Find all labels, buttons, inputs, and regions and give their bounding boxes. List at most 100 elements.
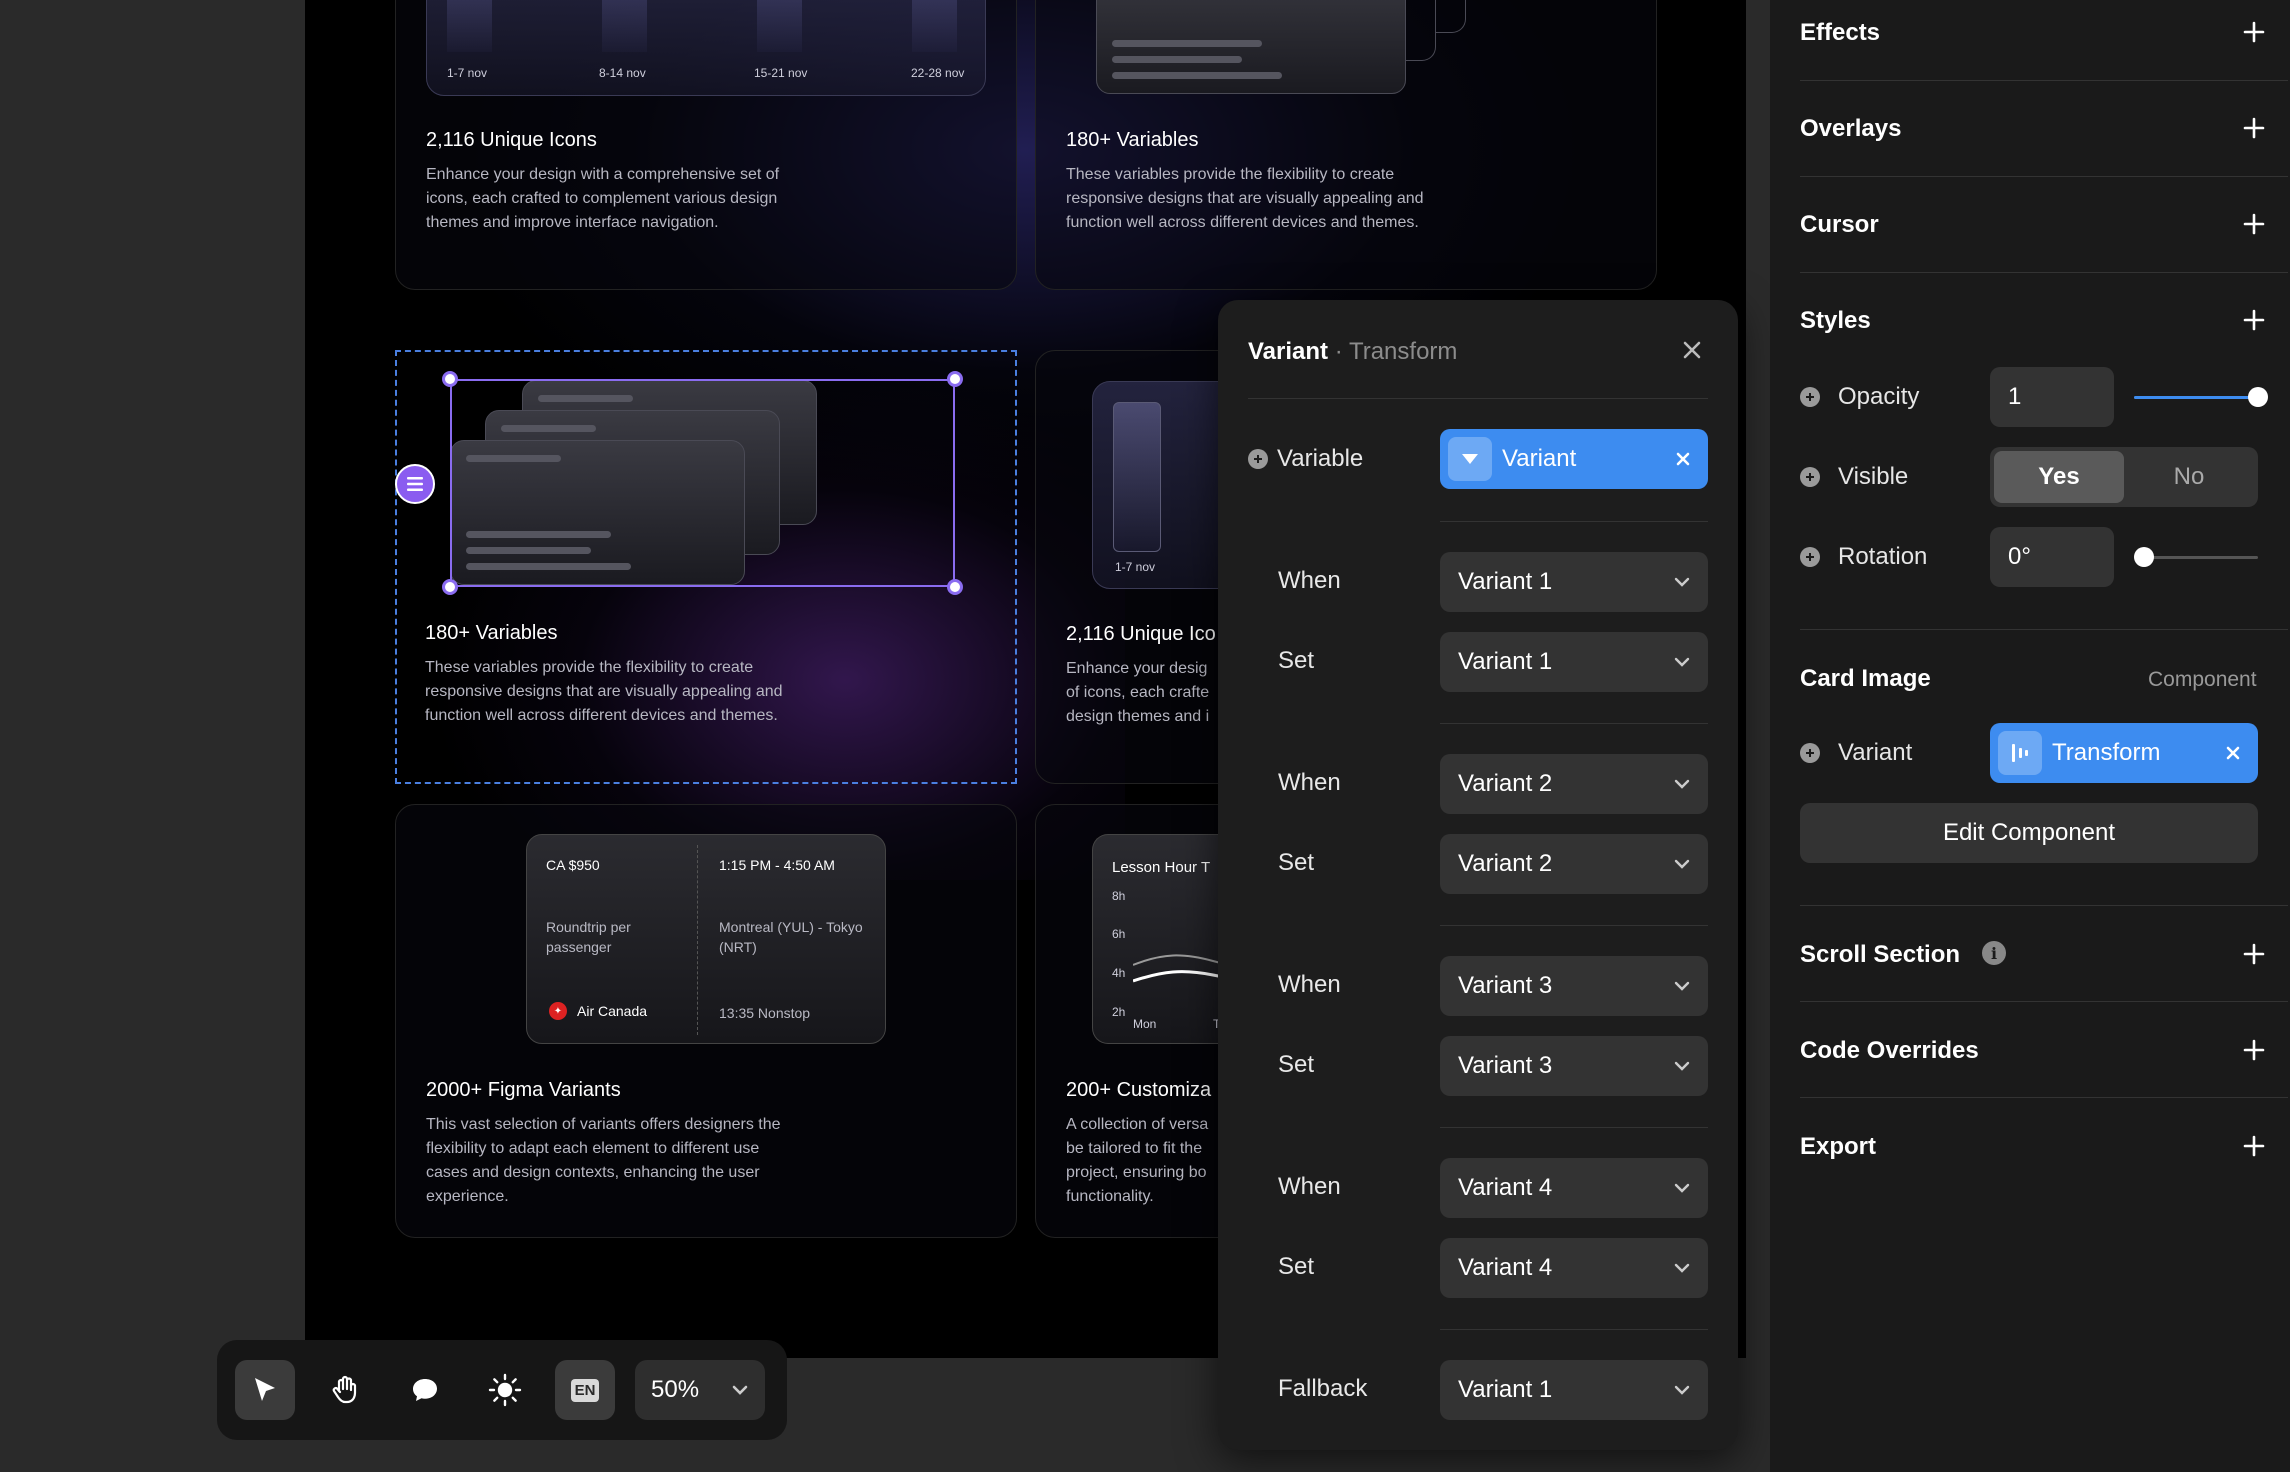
transform-icon [1998, 731, 2042, 775]
x-tick-label: Mon [1133, 1017, 1157, 1031]
chevron-down-icon [732, 1385, 748, 1395]
add-circle-icon[interactable] [1800, 467, 1820, 487]
set-dropdown-4[interactable]: Variant 4 [1440, 1238, 1708, 1298]
when-dropdown-1[interactable]: Variant 1 [1440, 552, 1708, 612]
panel-title-sub: · Transform [1334, 338, 1458, 365]
section-effects[interactable]: Effects [1800, 19, 1880, 47]
remove-variable-button[interactable] [1676, 452, 1690, 466]
divider [1440, 521, 1708, 522]
dropdown-value: Variant 1 [1458, 1376, 1553, 1403]
resize-handle-top-right[interactable] [947, 371, 963, 387]
comment-tool-button[interactable] [395, 1360, 455, 1420]
rotation-label: Rotation [1838, 543, 1928, 570]
visible-no-option[interactable]: No [2124, 451, 2254, 503]
chevron-down-icon [1674, 1385, 1690, 1395]
close-icon [2226, 746, 2240, 760]
section-export[interactable]: Export [1800, 1133, 1876, 1161]
add-overlays-plus-icon[interactable] [2242, 116, 2266, 140]
divider [1800, 80, 2288, 81]
section-overlays[interactable]: Overlays [1800, 115, 1901, 143]
flight-price: CA $950 [546, 857, 600, 873]
card-unique-icons[interactable]: 1-7 nov 8-14 nov 15-21 nov 22-28 nov 2,1… [395, 0, 1017, 290]
opacity-slider-handle[interactable] [2248, 387, 2268, 407]
set-dropdown-2[interactable]: Variant 2 [1440, 834, 1708, 894]
rotation-input[interactable]: 0° [1990, 527, 2114, 587]
when-dropdown-4[interactable]: Variant 4 [1440, 1158, 1708, 1218]
card-title: 200+ Customiza [1066, 1079, 1212, 1101]
chart-bar [602, 0, 647, 52]
when-dropdown-3[interactable]: Variant 3 [1440, 956, 1708, 1016]
close-button[interactable] [1678, 336, 1706, 364]
add-circle-icon[interactable] [1800, 387, 1820, 407]
variant-transform-chip[interactable]: Transform [1990, 723, 2258, 783]
resize-handle-bottom-left[interactable] [442, 579, 458, 595]
when-dropdown-2[interactable]: Variant 2 [1440, 754, 1708, 814]
resize-handle-top-left[interactable] [442, 371, 458, 387]
set-label: Set [1278, 647, 1315, 674]
chart-bar [447, 0, 492, 52]
fallback-dropdown[interactable]: Variant 1 [1440, 1360, 1708, 1420]
opacity-input[interactable]: 1 [1990, 367, 2114, 427]
chevron-down-icon [1674, 657, 1690, 667]
remove-variant-button[interactable] [2226, 746, 2240, 760]
section-styles[interactable]: Styles [1800, 307, 1871, 335]
zoom-dropdown[interactable]: 50% [635, 1360, 765, 1420]
dropdown-value: Variant 1 [1458, 648, 1553, 675]
lesson-title: Lesson Hour T [1112, 859, 1211, 876]
hand-tool-button[interactable] [315, 1360, 375, 1420]
fallback-label: Fallback [1278, 1375, 1368, 1402]
when-label: When [1278, 1173, 1341, 1200]
card-variables-top[interactable]: 180+ Variables These variables provide t… [1035, 0, 1657, 290]
select-tool-button[interactable] [235, 1360, 295, 1420]
selection-box[interactable] [450, 379, 955, 587]
add-styles-plus-icon[interactable] [2242, 308, 2266, 332]
layer-menu-button[interactable] [395, 464, 435, 504]
flight-card-preview: CA $950 1:15 PM - 4:50 AM Roundtrip per … [526, 834, 886, 1044]
info-icon[interactable]: i [1982, 941, 2006, 965]
flight-time: 1:15 PM - 4:50 AM [719, 857, 835, 873]
placeholder-line [1112, 56, 1242, 63]
flight-trip-type: Roundtrip per passenger [546, 919, 631, 955]
theme-toggle-button[interactable] [475, 1360, 535, 1420]
language-button[interactable]: EN [555, 1360, 615, 1420]
resize-handle-bottom-right[interactable] [947, 579, 963, 595]
rotation-slider-handle[interactable] [2134, 547, 2154, 567]
add-effects-plus-icon[interactable] [2242, 20, 2266, 44]
x-tick-label: 8-14 nov [599, 66, 646, 80]
add-export-plus-icon[interactable] [2242, 1134, 2266, 1158]
visible-yes-option[interactable]: Yes [1994, 451, 2124, 503]
add-scroll-section-plus-icon[interactable] [2242, 942, 2266, 966]
add-circle-icon[interactable] [1800, 743, 1820, 763]
add-code-overrides-plus-icon[interactable] [2242, 1038, 2266, 1062]
set-label: Set [1278, 849, 1315, 876]
divider [1800, 272, 2288, 273]
zoom-value: 50% [651, 1376, 700, 1403]
set-dropdown-1[interactable]: Variant 1 [1440, 632, 1708, 692]
opacity-slider-track[interactable] [2134, 387, 2268, 407]
app-root: 1-7 nov 8-14 nov 15-21 nov 22-28 nov 2,1… [0, 0, 2290, 1472]
card-description: These variables provide the flexibility … [1066, 166, 1424, 231]
bottom-toolbar: EN 50% [217, 1340, 787, 1440]
divider [1440, 1329, 1708, 1330]
chevron-down-icon [1674, 859, 1690, 869]
add-circle-icon[interactable] [1248, 449, 1268, 469]
card-title: 2,116 Unique Icons [426, 129, 597, 151]
y-tick-label: 6h [1112, 927, 1126, 941]
add-cursor-plus-icon[interactable] [2242, 212, 2266, 236]
divider [1440, 925, 1708, 926]
add-circle-icon[interactable] [1800, 547, 1820, 567]
section-scroll-section[interactable]: Scroll Section [1800, 941, 1960, 969]
set-dropdown-3[interactable]: Variant 3 [1440, 1036, 1708, 1096]
dropdown-value: Variant 2 [1458, 770, 1553, 797]
language-badge: EN [570, 1378, 600, 1402]
edit-component-button[interactable]: Edit Component [1800, 803, 2258, 863]
variable-chip[interactable]: Variant [1440, 429, 1708, 489]
chevron-down-icon [1674, 1061, 1690, 1071]
rotation-slider-track[interactable] [2134, 547, 2258, 567]
section-code-overrides[interactable]: Code Overrides [1800, 1037, 1979, 1065]
opacity-label: Opacity [1838, 383, 1920, 410]
y-tick-label: 2h [1112, 1005, 1126, 1019]
card-description: Enhance your desig of icons, each crafte d… [1066, 660, 1210, 725]
stacked-card-edge [1406, 0, 1436, 61]
section-cursor[interactable]: Cursor [1800, 211, 1879, 239]
